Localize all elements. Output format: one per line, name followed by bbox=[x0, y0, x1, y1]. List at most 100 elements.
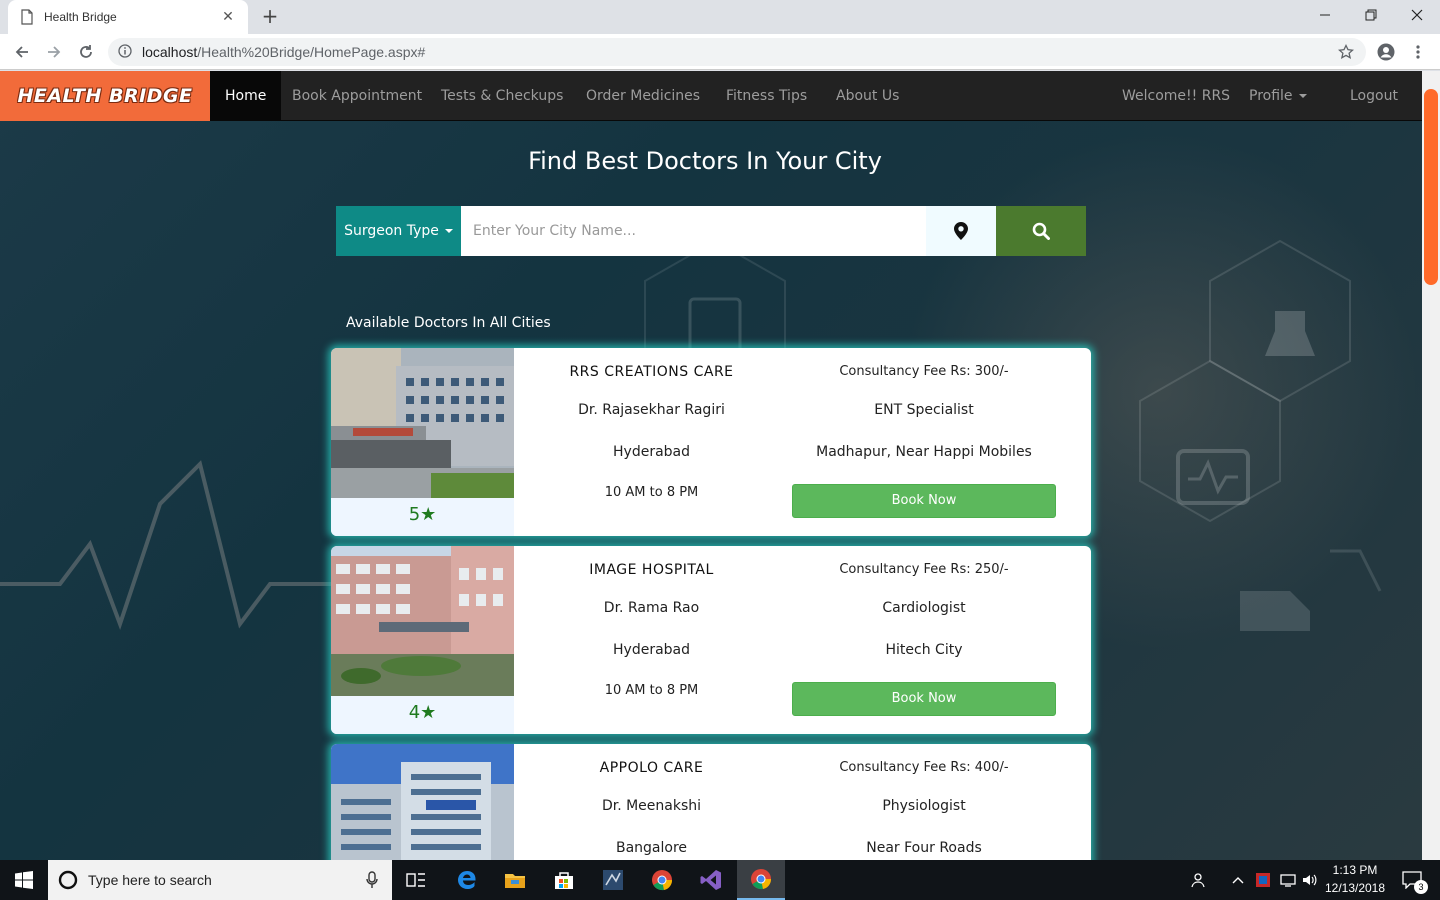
notifications-icon[interactable]: 3 bbox=[1392, 860, 1432, 900]
windows-start-icon[interactable] bbox=[0, 860, 48, 900]
microphone-icon[interactable] bbox=[366, 871, 378, 889]
tab-title: Health Bridge bbox=[44, 10, 117, 24]
locate-button[interactable] bbox=[926, 206, 996, 256]
clock-time[interactable]: 1:13 PM bbox=[1322, 863, 1388, 877]
chrome-icon[interactable] bbox=[638, 860, 686, 900]
doctor-card: APPOLO CARE Dr. Meenakshi Bangalore Cons… bbox=[331, 744, 1091, 860]
page-icon bbox=[20, 9, 34, 25]
doctor-name: Dr. Rajasekhar Ragiri bbox=[578, 402, 725, 418]
url-text: localhost/Health%20Bridge/HomePage.aspx# bbox=[142, 44, 426, 60]
doctor-info: RRS CREATIONS CARE Dr. Rajasekhar Ragiri… bbox=[514, 348, 789, 536]
doctors-list-heading: Available Doctors In All Cities bbox=[346, 315, 551, 331]
file-explorer-icon[interactable] bbox=[491, 860, 539, 900]
bookmark-star-icon[interactable] bbox=[1332, 38, 1360, 66]
store-icon[interactable] bbox=[540, 860, 588, 900]
close-tab-icon[interactable]: ✕ bbox=[220, 9, 236, 25]
doctor-name: Dr. Meenakshi bbox=[601, 798, 702, 814]
page-scrollbar[interactable] bbox=[1422, 71, 1440, 860]
nav-fitness-tips[interactable]: Fitness Tips bbox=[711, 71, 822, 121]
account-icon[interactable] bbox=[1372, 38, 1400, 66]
close-window-button[interactable] bbox=[1394, 0, 1440, 30]
hospital-name: IMAGE HOSPITAL bbox=[589, 562, 714, 578]
nav-order-medicines[interactable]: Order Medicines bbox=[571, 71, 715, 121]
doctor-timing: 10 AM to 8 PM bbox=[604, 683, 699, 698]
welcome-text: Welcome!! RRS bbox=[1122, 88, 1231, 104]
doctor-info: APPOLO CARE Dr. Meenakshi Bangalore bbox=[514, 744, 789, 860]
app-tray-icon[interactable] bbox=[1250, 860, 1276, 900]
caret-down-icon bbox=[1298, 94, 1307, 98]
info-icon[interactable] bbox=[118, 43, 132, 62]
doctor-timing: 10 AM to 8 PM bbox=[604, 485, 699, 500]
brand-text: HEALTH BRIDGE bbox=[17, 85, 193, 107]
browser-tabstrip: Health Bridge ✕ + bbox=[0, 0, 1440, 34]
hospital-image bbox=[331, 348, 514, 498]
volume-icon[interactable] bbox=[1298, 860, 1322, 900]
doctor-info: IMAGE HOSPITAL Dr. Rama Rao Hyderabad 10… bbox=[514, 546, 789, 734]
book-now-button[interactable]: Book Now bbox=[792, 484, 1056, 518]
browser-tab[interactable]: Health Bridge ✕ bbox=[8, 0, 248, 34]
logout-link[interactable]: Logout bbox=[1335, 71, 1413, 121]
show-hidden-icons-icon[interactable] bbox=[1226, 860, 1250, 900]
doctor-address: Madhapur, Near Happi Mobiles bbox=[816, 444, 1032, 460]
nav-book-appointment[interactable]: Book Appointment bbox=[277, 71, 437, 121]
nav-tests-checkups[interactable]: Tests & Checkups bbox=[426, 71, 578, 121]
back-button[interactable] bbox=[8, 38, 36, 66]
rating-badge: 5★ bbox=[331, 498, 514, 536]
forward-button[interactable] bbox=[40, 38, 68, 66]
search-button[interactable] bbox=[996, 206, 1086, 256]
star-icon: ★ bbox=[420, 702, 437, 723]
address-bar[interactable]: localhost/Health%20Bridge/HomePage.aspx# bbox=[108, 38, 1366, 66]
doctor-address: Hitech City bbox=[885, 642, 963, 658]
brand-logo[interactable]: HEALTH BRIDGE bbox=[0, 71, 210, 121]
network-icon[interactable] bbox=[1276, 860, 1300, 900]
visual-studio-icon[interactable] bbox=[687, 860, 735, 900]
surgeon-type-label: Surgeon Type bbox=[344, 223, 439, 239]
taskbar-search-box[interactable]: Type here to search bbox=[48, 860, 392, 900]
doctor-address: Near Four Roads bbox=[866, 840, 982, 856]
reload-button[interactable] bbox=[72, 38, 100, 66]
task-view-icon[interactable] bbox=[392, 860, 440, 900]
doctor-search-bar: Surgeon Type bbox=[336, 206, 1086, 256]
search-icon bbox=[1032, 222, 1050, 240]
scrollbar-thumb[interactable] bbox=[1424, 89, 1438, 285]
doctor-card: 4★ IMAGE HOSPITAL Dr. Rama Rao Hyderabad… bbox=[331, 546, 1091, 734]
doctor-specialty: Physiologist bbox=[882, 798, 966, 814]
hospital-image bbox=[331, 744, 514, 860]
menu-dots-icon[interactable] bbox=[1404, 38, 1432, 66]
doctor-details: Consultancy Fee Rs: 300/- ENT Specialist… bbox=[789, 348, 1059, 536]
restore-button[interactable] bbox=[1348, 0, 1394, 30]
people-icon[interactable] bbox=[1180, 860, 1220, 900]
top-navbar: HEALTH BRIDGE Home Book Appointment Test… bbox=[0, 71, 1422, 121]
caret-down-icon bbox=[444, 229, 453, 233]
consultancy-fee: Consultancy Fee Rs: 300/- bbox=[839, 364, 1009, 379]
rating-value: 5 bbox=[408, 504, 421, 525]
nav-about-us[interactable]: About Us bbox=[821, 71, 914, 121]
map-marker-icon bbox=[954, 222, 968, 240]
new-tab-button[interactable]: + bbox=[258, 5, 282, 29]
doctor-specialty: ENT Specialist bbox=[874, 402, 974, 418]
city-search-input[interactable] bbox=[461, 206, 926, 256]
star-icon: ★ bbox=[420, 504, 437, 525]
nav-home[interactable]: Home bbox=[210, 71, 282, 121]
notification-count: 3 bbox=[1414, 880, 1428, 894]
clock-date[interactable]: 12/13/2018 bbox=[1322, 881, 1388, 895]
edge-browser-icon[interactable] bbox=[443, 860, 491, 900]
sql-tool-icon[interactable] bbox=[589, 860, 637, 900]
minimize-button[interactable] bbox=[1302, 0, 1348, 30]
doctor-city: Hyderabad bbox=[613, 444, 690, 460]
hospital-image bbox=[331, 546, 514, 696]
windows-taskbar: Type here to search 1:13 PM 12/13/2018 3 bbox=[0, 860, 1440, 900]
doctor-card: 5★ RRS CREATIONS CARE Dr. Rajasekhar Rag… bbox=[331, 348, 1091, 536]
doctor-details: Consultancy Fee Rs: 250/- Cardiologist H… bbox=[789, 546, 1059, 734]
chrome-active-icon[interactable] bbox=[737, 860, 785, 900]
surgeon-type-dropdown[interactable]: Surgeon Type bbox=[336, 206, 461, 256]
consultancy-fee: Consultancy Fee Rs: 400/- bbox=[839, 760, 1009, 775]
taskbar-search-text: Type here to search bbox=[88, 872, 212, 888]
book-now-button[interactable]: Book Now bbox=[792, 682, 1056, 716]
doctor-name: Dr. Rama Rao bbox=[603, 600, 700, 616]
browser-toolbar: localhost/Health%20Bridge/HomePage.aspx# bbox=[0, 34, 1440, 70]
profile-dropdown[interactable]: Profile bbox=[1234, 71, 1322, 121]
rating-badge: 4★ bbox=[331, 696, 514, 734]
consultancy-fee: Consultancy Fee Rs: 250/- bbox=[839, 562, 1009, 577]
doctor-specialty: Cardiologist bbox=[882, 600, 966, 616]
